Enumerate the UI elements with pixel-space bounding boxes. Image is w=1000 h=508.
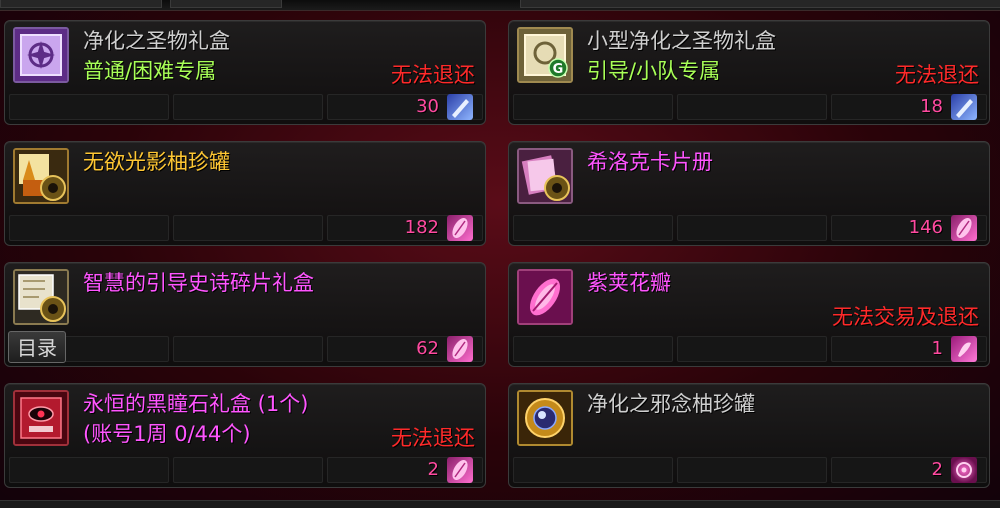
slot [173,336,323,362]
slot [513,457,673,483]
slot [9,457,169,483]
slot [9,215,169,241]
item-price: 30 [416,96,439,117]
slot [677,94,827,120]
item-price: 146 [908,217,943,238]
item-price: 18 [920,96,943,117]
item-warning: 无法退还 [391,426,475,450]
item-warning: 无法退还 [895,63,979,87]
pink-token-icon [951,336,977,362]
price-slots [9,457,483,483]
item-restriction: 普通/困难专属 [83,59,217,83]
pink-petal-icon [447,336,473,362]
price-slots [9,94,483,120]
slot [513,336,673,362]
light-shadow-jar-icon [13,148,69,204]
slot [677,215,827,241]
slot [677,457,827,483]
slot [173,457,323,483]
item-price: 182 [404,217,439,238]
shop-item-card[interactable]: 智慧的引导史诗碎片礼盒 62 [4,262,486,367]
item-name: 希洛克卡片册 [587,150,713,174]
item-price: 1 [931,338,943,359]
card-album-icon [517,148,573,204]
item-name: 紫荚花瓣 [587,271,671,295]
slot [9,94,169,120]
small-relic-box-icon: G [517,27,573,83]
item-price: 2 [931,459,943,480]
item-name: 智慧的引导史诗碎片礼盒 [83,271,314,295]
price-slots [9,336,483,362]
top-strip [170,0,282,8]
shop-item-card[interactable]: 希洛克卡片册 146 [508,141,990,246]
pink-petal-icon [951,215,977,241]
item-name: 无欲光影柚珍罐 [83,150,230,174]
crystal-shard-icon [447,94,473,120]
price-slots [513,457,987,483]
top-toolbar [0,0,1000,11]
evil-thought-jar-icon [517,390,573,446]
purple-relic-box-icon [13,27,69,83]
svg-text:G: G [553,62,564,77]
item-restriction: 引导/小队专属 [587,59,721,83]
item-restriction: (账号1周 0/44个) [83,422,251,446]
shop-item-card[interactable]: 无欲光影柚珍罐 182 [4,141,486,246]
dark-orb-icon [951,457,977,483]
item-warning: 无法交易及退还 [832,305,979,329]
shop-item-card[interactable]: 紫荚花瓣 无法交易及退还 1 [508,262,990,367]
catalog-button[interactable]: 目录 [8,331,66,363]
slot [173,215,323,241]
item-name: 净化之邪念柚珍罐 [587,392,755,416]
shop-item-card[interactable]: 净化之邪念柚珍罐 2 [508,383,990,488]
pink-petal-icon [447,457,473,483]
slot [513,215,673,241]
epic-fragment-box-icon [13,269,69,325]
top-strip [0,0,162,8]
top-strip [520,0,1000,8]
pink-petal-icon [447,215,473,241]
shop-item-card[interactable]: 永恒的黑瞳石礼盒 (1个) (账号1周 0/44个) 无法退还 2 [4,383,486,488]
purple-petal-icon [517,269,573,325]
shop-item-card[interactable]: 净化之圣物礼盒 普通/困难专属 无法退还 30 [4,20,486,125]
item-name: 永恒的黑瞳石礼盒 (1个) [83,392,309,416]
slot [513,94,673,120]
item-price: 62 [416,338,439,359]
slot [677,336,827,362]
item-warning: 无法退还 [391,63,475,87]
crystal-shard-icon [951,94,977,120]
item-name: 小型净化之圣物礼盒 [587,29,776,53]
item-name: 净化之圣物礼盒 [83,29,230,53]
price-slots [513,94,987,120]
shop-item-card[interactable]: G 小型净化之圣物礼盒 引导/小队专属 无法退还 18 [508,20,990,125]
item-price: 2 [427,459,439,480]
black-pupil-stone-box-icon [13,390,69,446]
slot [173,94,323,120]
price-slots [513,336,987,362]
